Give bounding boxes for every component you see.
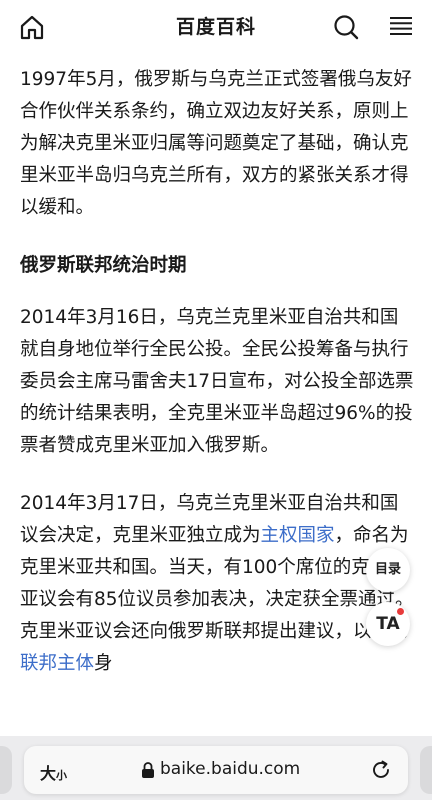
ta-button[interactable]: TA [366, 602, 410, 646]
next-tab-edge[interactable] [420, 746, 432, 794]
lock-icon [142, 762, 154, 778]
reload-icon[interactable] [370, 759, 392, 781]
top-nav-bar: 百度百科 [0, 0, 432, 52]
url-text: baike.baidu.com [160, 759, 301, 779]
section-heading: 俄罗斯联邦统治时期 [20, 255, 187, 276]
federal-subject-link[interactable]: 联邦主体 [20, 653, 94, 674]
address-bar[interactable]: 大小 baike.baidu.com [24, 746, 408, 794]
toc-label: 目录 [374, 562, 401, 577]
search-icon[interactable] [332, 13, 360, 41]
menu-icon[interactable] [388, 14, 414, 40]
notification-dot [397, 608, 404, 615]
ta-label: TA [376, 614, 400, 634]
text-size-button[interactable]: 大小 [40, 760, 67, 784]
browser-toolbar: 大小 baike.baidu.com [0, 736, 432, 800]
previous-tab-edge[interactable] [0, 746, 12, 794]
sovereign-state-link[interactable]: 主权国家 [261, 525, 335, 546]
article-body: 1997年5月，俄罗斯与乌克兰正式签署俄乌友好合作伙伴关系条约，确立双边友好关系… [20, 64, 416, 706]
article-paragraph: 2014年3月16日，乌克兰克里米亚自治共和国就自身地位举行全民公投。全民公投筹… [20, 307, 414, 456]
table-of-contents-button[interactable]: 目录 [366, 548, 410, 592]
article-paragraph: 2014年3月17日，乌克兰克里米亚自治共和国议会决定，克里米亚独立成为主权国家… [20, 488, 416, 680]
site-title: 百度百科 [175, 16, 256, 38]
article-paragraph: 1997年5月，俄罗斯与乌克兰正式签署俄乌友好合作伙伴关系条约，确立双边友好关系… [20, 69, 412, 218]
paragraph-text: 身 [94, 653, 113, 674]
